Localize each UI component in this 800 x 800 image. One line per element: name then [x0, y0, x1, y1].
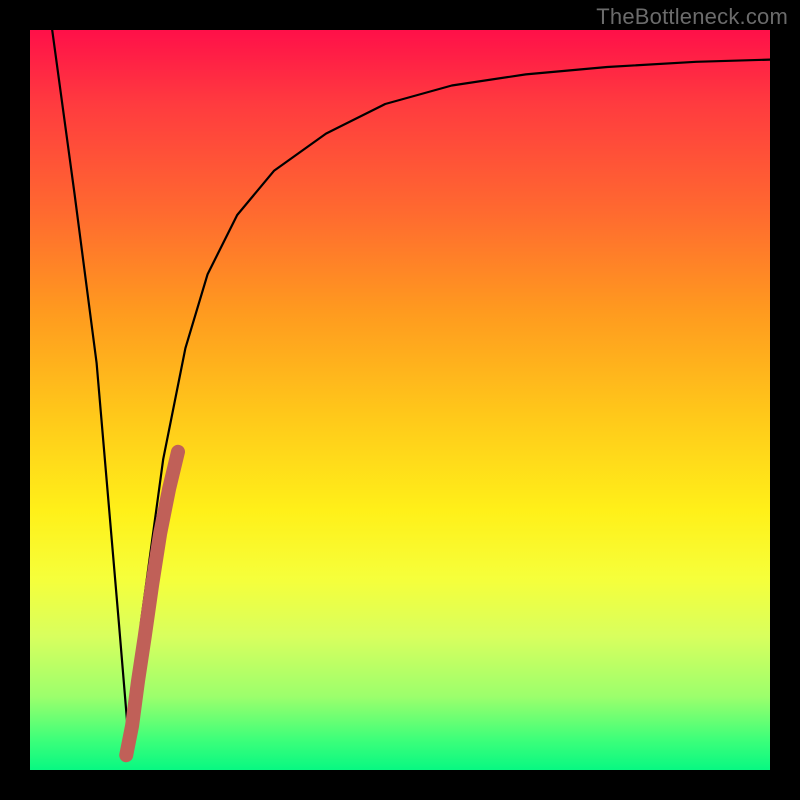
bottleneck-curve	[52, 30, 770, 755]
chart-overlay	[30, 30, 770, 770]
watermark-text: TheBottleneck.com	[596, 4, 788, 30]
highlight-segment	[126, 452, 178, 755]
chart-frame: TheBottleneck.com	[0, 0, 800, 800]
